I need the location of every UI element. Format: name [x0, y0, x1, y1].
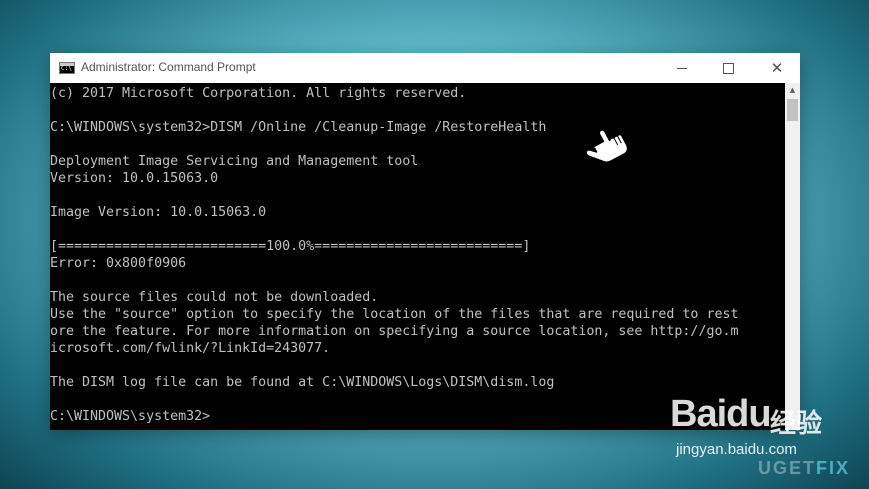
baidu-jingyan-label: 经验 [770, 409, 823, 439]
console-line: Image Version: 10.0.15063.0 [50, 205, 267, 220]
scroll-thumb[interactable] [787, 99, 798, 121]
vertical-scrollbar[interactable]: ▲ [785, 83, 800, 430]
baidu-logo-paw: du [726, 393, 771, 435]
console-line: (c) 2017 Microsoft Corporation. All righ… [50, 86, 467, 101]
console-line: Version: 10.0.15063.0 [50, 171, 219, 186]
console-output[interactable]: (c) 2017 Microsoft Corporation. All righ… [50, 83, 785, 430]
ugetfix-b: ET [789, 458, 817, 478]
hand-pointer-icon [585, 129, 629, 164]
baidu-url: jingyan.baidu.com [676, 441, 797, 458]
error-line: Error: 0x800f0906 [50, 256, 187, 271]
console-line: The source files could not be downloaded… [50, 290, 379, 305]
console-line: ore the feature. For more information on… [50, 324, 739, 339]
close-icon: ✕ [770, 58, 784, 77]
console-line: Use the "source" option to specify the l… [50, 307, 739, 322]
ugetfix-a: UG [758, 458, 789, 478]
console-line: The DISM log file can be found at C:\WIN… [50, 375, 555, 390]
close-button[interactable]: ✕ [754, 53, 800, 83]
ugetfix-c: FIX [816, 458, 851, 478]
baidu-logo-text: Bai [670, 393, 727, 435]
scroll-up-arrow-icon[interactable]: ▲ [785, 83, 800, 97]
title-bar[interactable]: Administrator: Command Prompt ✕ [50, 53, 800, 83]
baidu-watermark: Baidu 经验 jingyan.baidu.com [670, 393, 830, 463]
cmd-icon[interactable] [59, 62, 75, 74]
progress-line: [==========================100.0%=======… [50, 239, 531, 254]
console-text: (c) 2017 Microsoft Corporation. All righ… [50, 83, 785, 425]
ugetfix-watermark: UGETFIX [758, 458, 850, 479]
console-line: icrosoft.com/fwlink/?LinkId=243077. [50, 341, 331, 356]
baidu-logo: Baidu [670, 393, 772, 436]
maximize-icon [722, 62, 734, 74]
minimize-button[interactable] [659, 53, 705, 83]
console-line-command: C:\WINDOWS\system32>DISM /Online /Cleanu… [50, 120, 547, 135]
console-line: Deployment Image Servicing and Managemen… [50, 154, 419, 169]
command-prompt-window: Administrator: Command Prompt ✕ (c) 2017… [50, 53, 800, 430]
minimize-icon [677, 67, 687, 69]
maximize-button[interactable] [705, 53, 751, 83]
window-title: Administrator: Command Prompt [81, 60, 256, 74]
